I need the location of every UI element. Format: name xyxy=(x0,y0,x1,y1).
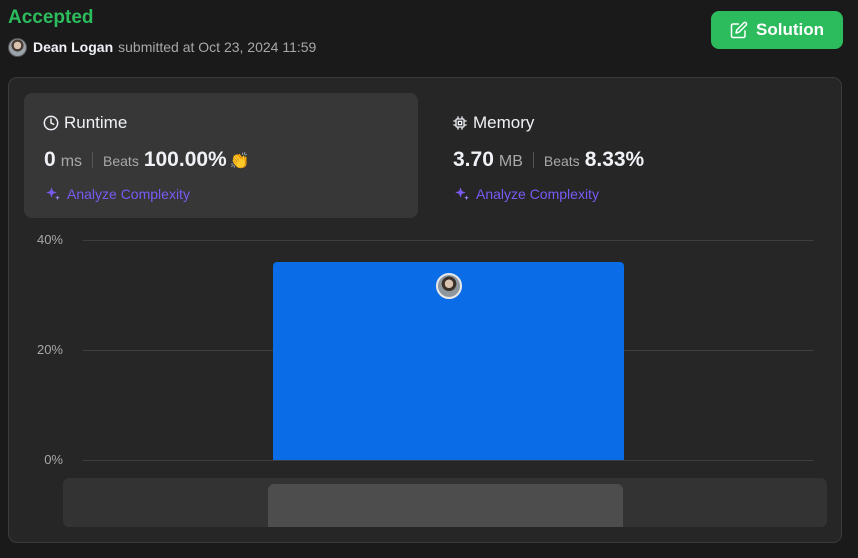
memory-title: Memory xyxy=(473,113,535,132)
memory-analyze-complexity[interactable]: Analyze Complexity xyxy=(453,185,599,203)
user-position-avatar[interactable] xyxy=(435,273,462,299)
runtime-title: Runtime xyxy=(64,113,128,132)
y-tick-label: 40% xyxy=(36,232,63,247)
sparkle-icon xyxy=(455,187,469,200)
memory-header: Memory xyxy=(452,113,534,133)
clapping-hands-icon: 👏 xyxy=(229,153,250,170)
runtime-unit: ms xyxy=(60,153,83,170)
runtime-analyze-complexity[interactable]: Analyze Complexity xyxy=(44,185,190,203)
sparkle-icon xyxy=(46,187,60,200)
edit-icon xyxy=(730,21,748,39)
chart-range-handle[interactable] xyxy=(268,484,623,527)
y-tick-label: 20% xyxy=(36,342,63,357)
grid-line xyxy=(83,460,814,461)
memory-value: 3.70 xyxy=(453,148,494,171)
y-tick-label: 0% xyxy=(44,452,63,467)
user-avatar[interactable] xyxy=(8,37,27,57)
submission-status: Accepted xyxy=(8,7,94,28)
runtime-value: 0 xyxy=(44,148,56,171)
submitted-time: submitted at Oct 23, 2024 11:59 xyxy=(118,39,317,55)
chip-icon xyxy=(453,116,467,130)
runtime-beats-value: 100.00% xyxy=(143,148,227,171)
analyze-label: Analyze Complexity xyxy=(476,186,599,202)
divider xyxy=(532,152,534,168)
user-name[interactable]: Dean Logan xyxy=(33,39,113,55)
submission-info: Dean Logan submitted at Oct 23, 2024 11:… xyxy=(8,37,316,57)
memory-beats-value: 8.33% xyxy=(584,148,645,171)
clock-icon xyxy=(43,115,59,131)
runtime-beats-label: Beats xyxy=(103,153,139,169)
memory-stats: 3.70 MB Beats 8.33% xyxy=(453,148,644,172)
analyze-label: Analyze Complexity xyxy=(67,186,190,202)
memory-card[interactable]: Memory 3.70 MB Beats 8.33% Analyze Compl… xyxy=(433,93,827,218)
solution-button-label: Solution xyxy=(756,20,824,39)
divider xyxy=(92,152,94,168)
runtime-header: Runtime xyxy=(43,113,127,133)
memory-unit: MB xyxy=(498,153,523,170)
solution-button[interactable]: Solution xyxy=(711,11,843,49)
runtime-card[interactable]: Runtime 0 ms Beats 100.00% 👏 Analyze Com… xyxy=(24,93,418,218)
runtime-stats: 0 ms Beats 100.00% 👏 xyxy=(44,148,250,172)
grid-line xyxy=(83,240,814,241)
memory-beats-label: Beats xyxy=(543,153,580,169)
